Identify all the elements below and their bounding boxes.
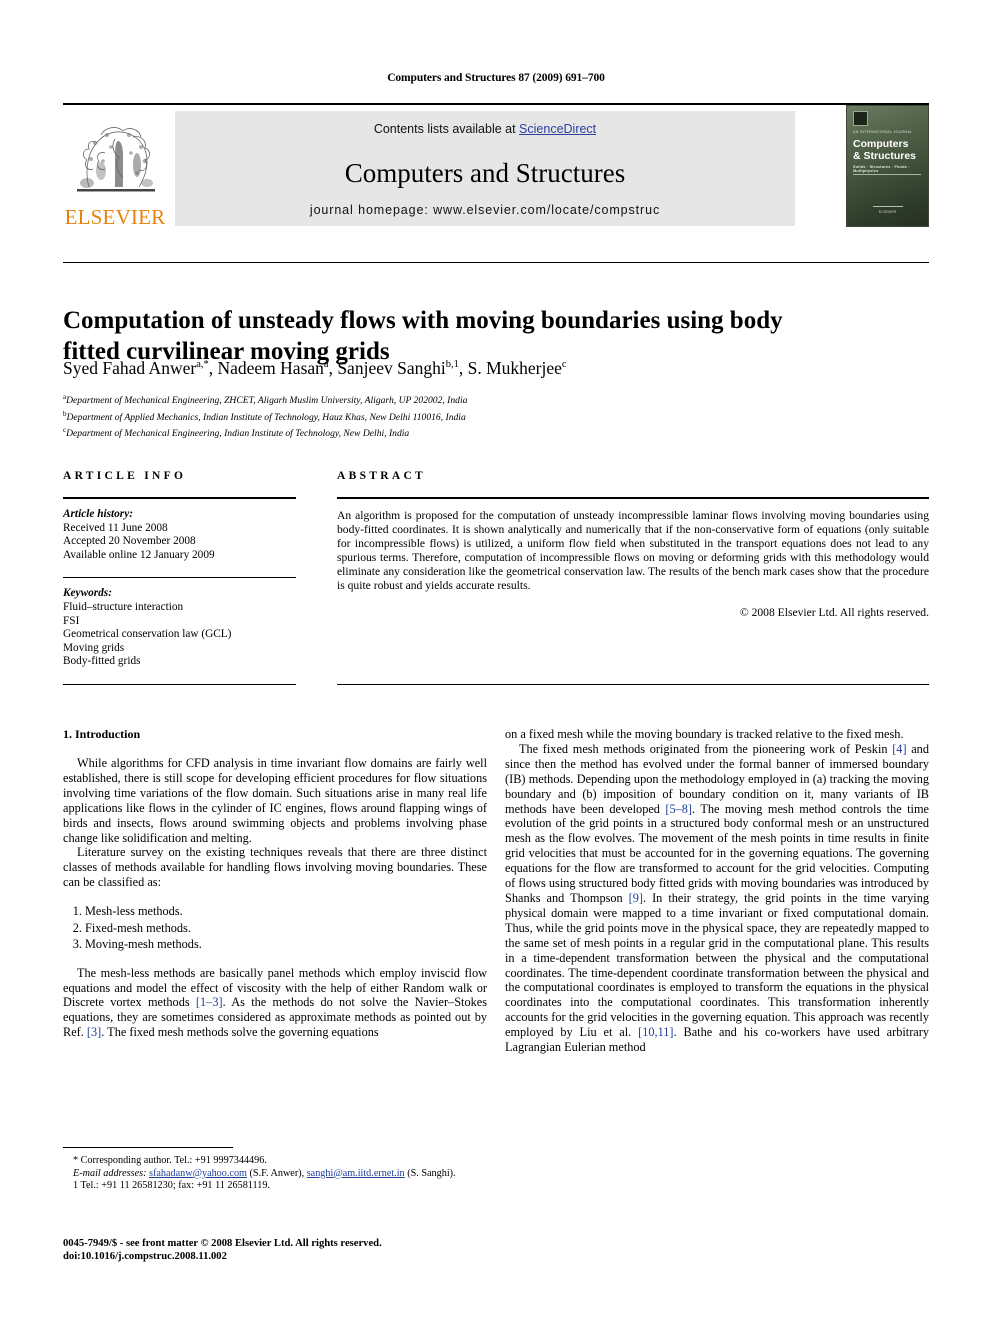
journal-cover-thumbnail: AN INTERNATIONAL JOURNAL Computers & Stru… [846,105,929,227]
keyword-items: Fluid–structure interaction FSI Geometrica… [63,601,296,669]
contents-prefix: Contents lists available at [373,122,520,136]
article-info-bottom-rule [63,684,296,685]
methods-list-item: Fixed-mesh methods. [85,920,487,937]
citation-3[interactable]: [3] [87,1025,101,1039]
cover-footer: ELSEVIER [878,210,897,214]
cover-elsevier-mark-icon [853,111,868,126]
email-link-anwer[interactable]: sfahadanw@yahoo.com [149,1168,247,1179]
affiliation-list: aDepartment of Mechanical Engineering, Z… [63,391,893,441]
cover-footer-divider [873,206,903,207]
sciencedirect-link[interactable]: ScienceDirect [519,122,596,136]
email1-owner: (S.F. Anwer), [246,1167,307,1179]
article-history-items: Received 11 June 2008 Accepted 20 Novembe… [63,522,296,563]
title-separator-rule [63,262,929,263]
cover-divider [853,174,921,175]
citation-5-8[interactable]: [5–8] [665,802,692,816]
keyword-item: Geometrical conservation law (GCL) [63,628,232,641]
keyword-item: FSI [63,614,80,627]
footnote-block: * Corresponding author. Tel.: +91 999734… [63,1155,487,1193]
paragraph-intro-1: While algorithms for CFD analysis in tim… [63,756,487,845]
journal-homepage[interactable]: journal homepage: www.elsevier.com/locat… [175,203,795,217]
body-right-column: on a fixed mesh while the moving boundar… [505,727,929,1055]
paragraph-right-1: on a fixed mesh while the moving boundar… [505,727,904,741]
article-history-item: Accepted 20 November 2008 [63,535,196,548]
cover-journal-name: Computers & Structures [853,138,917,162]
imprint-front-matter: 0045-7949/$ - see front matter © 2008 El… [63,1238,382,1249]
article-info-rule [63,497,296,499]
affiliation-item: aDepartment of Mechanical Engineering, Z… [63,393,468,407]
email-label: E-mail addresses: [73,1167,147,1179]
affiliation-item: bDepartment of Applied Mechanics, Indian… [63,409,466,423]
abstract-rule [337,497,929,499]
citation-9[interactable]: [9] [629,891,643,905]
footnote-tel: 1 Tel.: +91 11 26581230; fax: +91 11 265… [73,1180,270,1192]
methods-list-item: Moving-mesh methods. [85,936,487,953]
affiliation-item: cDepartment of Mechanical Engineering, I… [63,426,410,440]
abstract-text: An algorithm is proposed for the computa… [337,509,929,593]
body-left-column: 1. Introduction While algorithms for CFD… [63,727,487,1040]
footnote-emails: E-mail addresses: sfahadanw@yahoo.com (S… [63,1168,487,1181]
running-head: Computers and Structures 87 (2009) 691–7… [387,72,605,84]
abstract-label: ABSTRACT [337,470,427,482]
article-history-heading: Article history: [63,508,133,520]
imprint-block: 0045-7949/$ - see front matter © 2008 El… [63,1237,487,1263]
abstract-column: ABSTRACT An algorithm is proposed for th… [337,470,929,619]
citation-10-11[interactable]: [10,11] [638,1025,673,1039]
email2-owner: (S. Sanghi). [404,1167,456,1179]
citation-4[interactable]: [4] [892,742,906,756]
article-history-block: Article history: Received 11 June 2008 Ac… [63,508,296,562]
paragraph-intro-2: Literature survey on the existing techni… [63,845,487,890]
journal-band: Contents lists available at ScienceDirec… [175,111,795,226]
keyword-item: Fluid–structure interaction [63,600,184,613]
p3-part-c: . The fixed mesh methods solve the gover… [101,1025,379,1040]
article-info-column: ARTICLE INFO Article history: Received 1… [63,470,296,669]
abstract-copyright: © 2008 Elsevier Ltd. All rights reserved… [739,605,929,619]
methods-list: Mesh-less methods.Fixed-mesh methods.Mov… [63,903,487,953]
cover-tiny-top: AN INTERNATIONAL JOURNAL [853,130,913,134]
citation-1-3[interactable]: [1–3] [196,995,223,1009]
elsevier-logo: ELSEVIER [63,109,167,231]
keyword-item: Body-fitted grids [63,655,141,668]
keywords-heading: Keywords: [63,587,112,600]
imprint-doi: doi:10.1016/j.compstruc.2008.11.002 [63,1251,227,1262]
article-history-item: Received 11 June 2008 [63,521,168,534]
section-heading-introduction: 1. Introduction [63,727,141,741]
paragraph-right-2: The fixed mesh methods originated from t… [505,742,929,1055]
keywords-block: Keywords: Fluid–structure interaction FSI… [63,587,296,669]
paragraph-intro-3: The mesh-less methods are basically pane… [63,966,487,1041]
journal-masthead: ELSEVIER Contents lists available at Sci… [63,103,929,231]
rp2-part-a: The fixed mesh methods originated from t… [519,741,893,756]
elsevier-tree-icon [71,113,161,201]
email-link-sanghi[interactable]: sanghi@am.iitd.ernet.in [307,1168,405,1179]
footnote-corresponding-author: * Corresponding author. Tel.: +91 999734… [73,1155,267,1166]
footnote-separator-rule [63,1147,233,1148]
cover-line2: & Structures [853,149,917,162]
article-history-item: Available online 12 January 2009 [63,548,215,561]
journal-title: Computers and Structures [344,158,626,188]
masthead-top-rule [63,103,929,105]
cover-subtitle: Solids · Structures · Fluids · Multiphys… [853,165,910,173]
elsevier-wordmark: ELSEVIER [64,205,166,229]
cover-line1: Computers [853,138,909,150]
rp2-part-d: . In their strategy, the grid points in … [505,890,929,1040]
keywords-rule [63,577,296,579]
contents-available-line: Contents lists available at ScienceDirec… [175,122,795,136]
article-info-label: ARTICLE INFO [63,470,187,482]
author-list: Syed Fahad Anwera,*, Nadeem Hasana, Sanj… [63,358,567,378]
paper-page: Computers and Structures 87 (2009) 691–7… [0,0,992,1323]
methods-list-item: Mesh-less methods. [85,903,487,920]
abstract-bottom-rule [337,684,929,685]
keyword-item: Moving grids [63,641,125,654]
rp2-part-c: . The moving mesh method controls the ti… [505,801,929,905]
